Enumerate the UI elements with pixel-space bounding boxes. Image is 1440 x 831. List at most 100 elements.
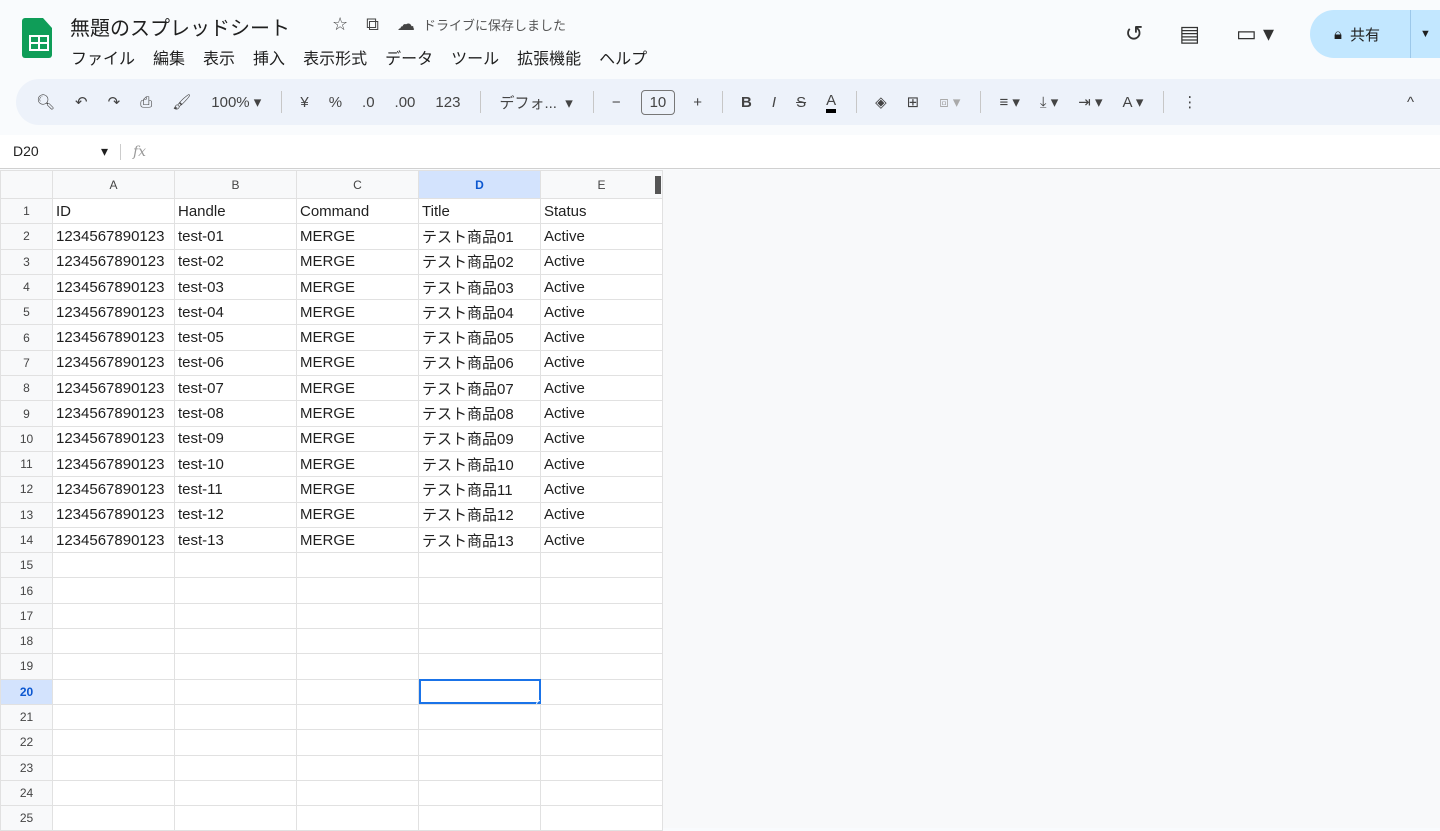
- sheets-logo[interactable]: [22, 18, 52, 58]
- select-all-corner[interactable]: [0, 170, 53, 199]
- text-color-icon[interactable]: A: [826, 92, 837, 113]
- search-icon[interactable]: 🔍︎: [36, 93, 55, 111]
- cell-A21[interactable]: [52, 703, 175, 731]
- cell-E15[interactable]: [540, 552, 663, 579]
- cell-C6[interactable]: MERGE: [296, 324, 419, 351]
- cell-B22[interactable]: [174, 729, 297, 756]
- cell-C13[interactable]: MERGE: [296, 501, 419, 528]
- name-box[interactable]: D20 ▾: [0, 143, 120, 160]
- cell-D2[interactable]: テスト商品01: [418, 223, 541, 250]
- cell-C23[interactable]: [296, 754, 419, 781]
- cell-E9[interactable]: Active: [540, 400, 663, 427]
- cell-B3[interactable]: test-02: [174, 248, 297, 275]
- cell-D13[interactable]: テスト商品12: [418, 501, 541, 528]
- row-header[interactable]: 23: [0, 754, 53, 781]
- cell-A23[interactable]: [52, 754, 175, 781]
- row-header[interactable]: 7: [0, 349, 53, 377]
- cell-B8[interactable]: test-07: [174, 375, 297, 402]
- cell-C2[interactable]: MERGE: [296, 223, 419, 250]
- cell-A20[interactable]: [52, 678, 175, 705]
- menu-item[interactable]: 拡張機能: [517, 45, 581, 69]
- cell-C14[interactable]: MERGE: [296, 526, 419, 554]
- cell-E23[interactable]: [540, 754, 663, 781]
- cell-A18[interactable]: [52, 628, 175, 655]
- column-header-D[interactable]: D: [418, 170, 541, 199]
- cell-A10[interactable]: 1234567890123: [52, 425, 175, 452]
- cell-A14[interactable]: 1234567890123: [52, 526, 175, 554]
- cell-E1[interactable]: Status: [540, 197, 663, 225]
- cell-C19[interactable]: [296, 653, 419, 680]
- move-folder-icon[interactable]: ⧉: [366, 14, 379, 35]
- cell-A19[interactable]: [52, 653, 175, 680]
- column-header-E[interactable]: E: [540, 170, 663, 199]
- cell-C3[interactable]: MERGE: [296, 248, 419, 275]
- cell-B1[interactable]: Handle: [174, 197, 297, 225]
- cell-D8[interactable]: テスト商品07: [418, 375, 541, 402]
- cell-B10[interactable]: test-09: [174, 425, 297, 452]
- cell-E3[interactable]: Active: [540, 248, 663, 275]
- merge-cells-icon[interactable]: ⧈ ▾: [939, 93, 960, 111]
- cell-E25[interactable]: [540, 805, 663, 831]
- cell-A11[interactable]: 1234567890123: [52, 450, 175, 478]
- cell-B15[interactable]: [174, 552, 297, 579]
- row-header[interactable]: 16: [0, 577, 53, 604]
- cell-A3[interactable]: 1234567890123: [52, 248, 175, 275]
- menu-item[interactable]: データ: [385, 45, 433, 69]
- cell-D6[interactable]: テスト商品05: [418, 324, 541, 351]
- cell-B12[interactable]: test-11: [174, 476, 297, 503]
- horizontal-align-icon[interactable]: ≡ ▾: [999, 93, 1019, 111]
- cell-A7[interactable]: 1234567890123: [52, 349, 175, 377]
- cell-D22[interactable]: [418, 729, 541, 756]
- currency-button[interactable]: ¥: [300, 94, 308, 111]
- font-size-decrease[interactable]: −: [612, 94, 621, 111]
- fill-color-icon[interactable]: ◈: [875, 93, 887, 111]
- cell-E10[interactable]: Active: [540, 425, 663, 452]
- cell-A25[interactable]: [52, 805, 175, 831]
- redo-icon[interactable]: ↷: [108, 93, 121, 111]
- borders-icon[interactable]: ⊞: [907, 93, 920, 111]
- cell-C12[interactable]: MERGE: [296, 476, 419, 503]
- row-header[interactable]: 14: [0, 526, 53, 554]
- cell-C10[interactable]: MERGE: [296, 425, 419, 452]
- document-title[interactable]: 無題のスプレッドシート: [70, 12, 290, 41]
- cell-E4[interactable]: Active: [540, 273, 663, 301]
- row-header[interactable]: 8: [0, 375, 53, 402]
- italic-icon[interactable]: I: [772, 94, 776, 111]
- cell-C11[interactable]: MERGE: [296, 450, 419, 478]
- cell-D5[interactable]: テスト商品04: [418, 299, 541, 326]
- cell-D9[interactable]: テスト商品08: [418, 400, 541, 427]
- more-icon[interactable]: ⋮: [1182, 93, 1197, 111]
- strikethrough-icon[interactable]: S: [796, 94, 806, 111]
- cell-B13[interactable]: test-12: [174, 501, 297, 528]
- row-header[interactable]: 15: [0, 552, 53, 579]
- row-header[interactable]: 5: [0, 299, 53, 326]
- cell-D21[interactable]: [418, 703, 541, 731]
- menu-item[interactable]: ツール: [451, 45, 499, 69]
- cell-D3[interactable]: テスト商品02: [418, 248, 541, 275]
- row-header[interactable]: 18: [0, 628, 53, 655]
- cell-B16[interactable]: [174, 577, 297, 604]
- cell-A8[interactable]: 1234567890123: [52, 375, 175, 402]
- cell-B17[interactable]: [174, 602, 297, 630]
- row-header[interactable]: 12: [0, 476, 53, 503]
- cell-B14[interactable]: test-13: [174, 526, 297, 554]
- row-header[interactable]: 24: [0, 779, 53, 807]
- cell-B4[interactable]: test-03: [174, 273, 297, 301]
- row-header[interactable]: 19: [0, 653, 53, 680]
- row-header[interactable]: 11: [0, 450, 53, 478]
- cloud-saved-icon[interactable]: ☁: [397, 14, 415, 35]
- cell-C9[interactable]: MERGE: [296, 400, 419, 427]
- row-header[interactable]: 1: [0, 197, 53, 225]
- star-icon[interactable]: ☆: [332, 14, 348, 35]
- cell-A6[interactable]: 1234567890123: [52, 324, 175, 351]
- share-dropdown[interactable]: ▼: [1410, 10, 1440, 58]
- decrease-decimal-button[interactable]: .0: [362, 94, 375, 111]
- undo-icon[interactable]: ↶: [75, 93, 88, 111]
- cell-D24[interactable]: [418, 779, 541, 807]
- column-header-C[interactable]: C: [296, 170, 419, 199]
- cell-D15[interactable]: [418, 552, 541, 579]
- version-history-icon[interactable]: ↺: [1125, 21, 1143, 47]
- cell-E13[interactable]: Active: [540, 501, 663, 528]
- cell-E20[interactable]: [540, 678, 663, 705]
- cell-C24[interactable]: [296, 779, 419, 807]
